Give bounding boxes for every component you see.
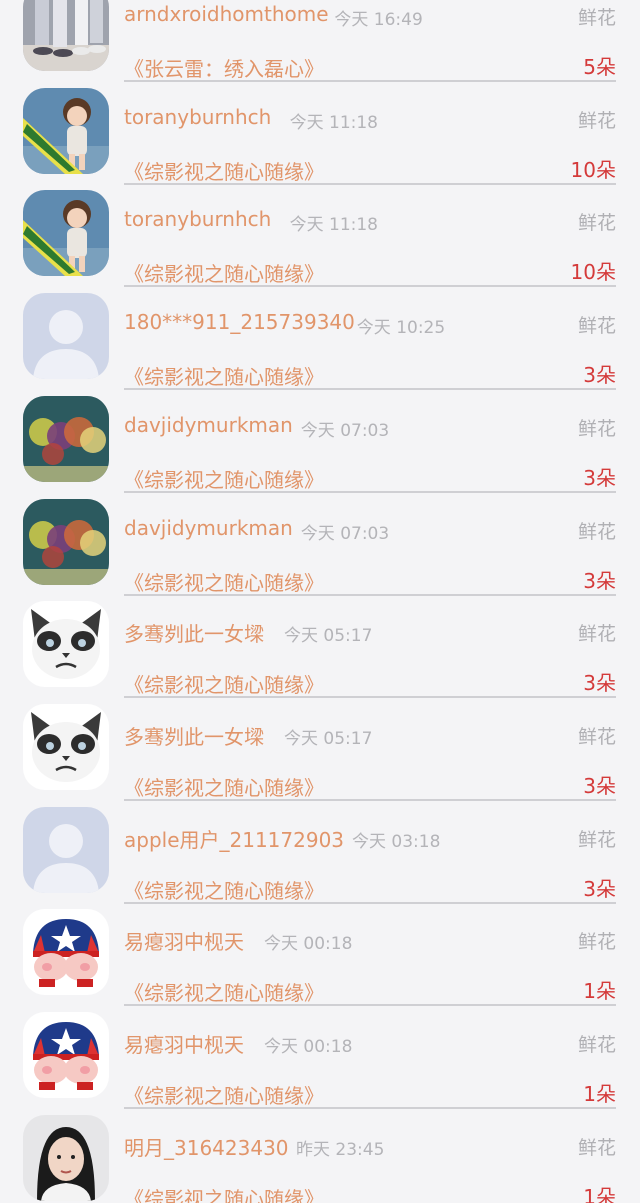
default-user-avatar[interactable] [23,293,109,380]
grumpy-cat-avatar[interactable] [23,601,109,688]
username[interactable]: 明月_316423430 [124,1132,289,1161]
gift-type: 鲜花 [577,1136,616,1159]
username[interactable]: arndxroidhomthome [124,2,329,26]
username[interactable]: 多骞刿此一女墚 [124,618,264,647]
girl-portrait-avatar[interactable] [23,1114,109,1201]
list-item[interactable]: 明月_316423430 昨天 23:45 鲜花《综影视之随心随缘》 1朵 [0,1103,640,1203]
gift-type: 鲜花 [577,1034,616,1056]
balloons-avatar[interactable] [23,498,109,585]
photo-child-avatar[interactable] [23,87,109,174]
gift-type: 鲜花 [577,7,616,29]
captain-shorts-avatar[interactable] [23,1012,109,1098]
username[interactable]: davjidymurkman [124,516,293,540]
list-item[interactable]: arndxroidhomthome 今天 16:49 鲜花 《张云雷：绣入磊心》 5朵 [0,0,640,82]
gift-type: 鲜花 [577,931,616,954]
photo-legs-avatar[interactable] [23,0,109,71]
timestamp: 今天 07:03 [300,523,390,544]
list-item[interactable]: 180***911_215739340 今天 10:25 鲜花 《综影视之随心随缘》 3… [0,281,640,391]
list-item[interactable]: davjidymurkman 今天 07:03 鲜花 《综影视之随心随缘》 3朵 [0,487,640,596]
timestamp: 今天 03:18 [352,831,441,852]
gift-type: 鲜花 [577,725,616,748]
book-title-link[interactable]: 《综影视之随心随缘》 [124,1183,324,1203]
timestamp: 今天 07:03 [300,420,390,441]
list-item[interactable]: 易瘪羽中枧天 今天 00:18 鲜花 《综影视之随心随缘》 1朵 [0,1000,640,1109]
list-item[interactable]: toranyburnhch 今天 11:18 鲜花 《综影视之随心随缘》 10朵 [0,178,640,288]
username[interactable]: 多骞刿此一女墚 [124,721,264,750]
timestamp: 今天 00:18 [264,1037,353,1057]
gift-type: 鲜花 [577,212,616,235]
gift-type: 鲜花 [577,520,616,543]
username[interactable]: 易瘪羽中枧天 [124,1029,244,1058]
list-item[interactable]: apple用户_211172903 今天 03:18 鲜花 《综影视之随心随缘》 3朵 [0,795,640,904]
timestamp: 今天 16:49 [334,10,423,30]
timestamp: 今天 10:25 [356,318,446,339]
timestamp: 今天 05:17 [284,728,373,749]
username[interactable]: davjidymurkman [124,413,293,437]
username[interactable]: 易瘪羽中枧天 [124,926,244,955]
default-user-avatar[interactable] [23,806,109,893]
list-item[interactable]: davjidymurkman 今天 07:03 鲜花 《综影视之随心随缘》 3朵 [0,384,640,493]
gift-type: 鲜花 [577,315,616,338]
balloons-avatar[interactable] [23,395,109,482]
username[interactable]: 180***911_215739340 [124,310,355,334]
timestamp: 昨天 23:45 [296,1139,385,1160]
photo-child-avatar[interactable] [23,190,109,277]
timestamp: 今天 11:18 [289,215,378,236]
gift-type: 鲜花 [577,417,616,440]
username[interactable]: toranyburnhch [124,105,271,129]
list-item[interactable]: toranyburnhch 今天 11:18 鲜花 《综影视之随心随缘》 10朵 [0,76,640,185]
username[interactable]: apple用户_211172903 [124,824,344,853]
captain-shorts-avatar[interactable] [23,909,109,996]
username[interactable]: toranyburnhch [124,207,271,231]
gift-type: 鲜花 [577,828,616,851]
timestamp: 今天 00:18 [264,934,353,955]
timestamp: 今天 11:18 [289,112,378,133]
list-item[interactable]: 多骞刿此一女墚 今天 05:17 鲜花 《综影视之随心随缘》 3朵 [0,589,640,699]
list-item[interactable]: 易瘪羽中枧天 今天 00:18 鲜花 《综影视之随心随缘》 1朵 [0,897,640,1007]
gift-type: 鲜花 [577,623,616,646]
grumpy-cat-avatar[interactable] [23,703,109,790]
flower-gift-list: arndxroidhomthome 今天 16:49 鲜花 《张云雷：绣入磊心》 5朵 t… [0,0,640,1203]
timestamp: 今天 05:17 [284,626,373,647]
gift-type: 鲜花 [577,109,616,132]
list-item[interactable]: 多骞刿此一女墚 今天 05:17 鲜花 《综影视之随心随缘》 3朵 [0,692,640,801]
flower-count: 1朵 [583,1184,616,1203]
